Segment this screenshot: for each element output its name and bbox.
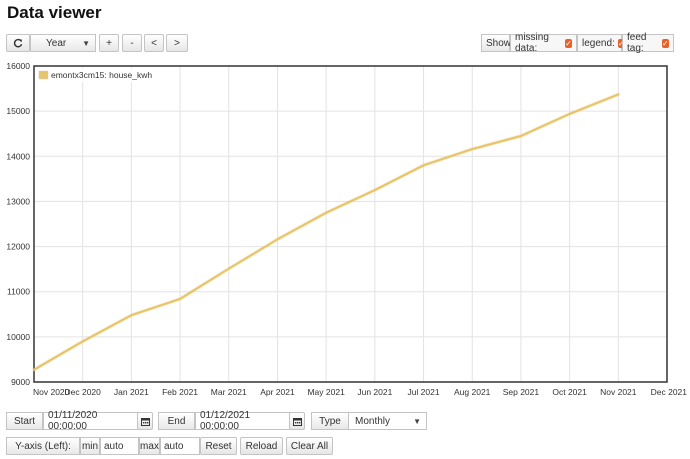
series-point <box>179 298 181 300</box>
reset-button[interactable]: Reset <box>200 437 237 455</box>
zoom-out-button[interactable]: - <box>122 34 142 52</box>
series-point <box>276 238 279 241</box>
end-calendar-button[interactable] <box>289 412 305 430</box>
legend-swatch <box>38 70 49 80</box>
y-tick-label: 13000 <box>6 196 30 206</box>
chevron-down-icon: ▼ <box>82 38 90 48</box>
pan-left-button[interactable]: < <box>144 34 164 52</box>
y-tick-label: 9000 <box>11 377 30 387</box>
x-tick-label: Aug 2021 <box>454 387 491 397</box>
interval-select[interactable]: Year ▼ <box>30 34 96 52</box>
calendar-icon <box>292 417 302 426</box>
legend-entry: emontx3cm15: house_kwh <box>51 70 152 80</box>
start-input[interactable]: 01/11/2020 00:00:00 <box>43 410 138 432</box>
pan-right-button[interactable]: > <box>166 34 188 52</box>
y-tick-label: 15000 <box>6 106 30 116</box>
series-point <box>325 211 327 214</box>
series-point <box>471 148 474 150</box>
x-tick-label: Dec 2021 <box>651 387 688 397</box>
missing-data-checkbox[interactable]: ✓ <box>564 38 572 48</box>
series-point <box>568 113 571 115</box>
zoom-in-button[interactable]: + <box>99 34 119 52</box>
max-label: max <box>139 437 160 455</box>
series-point <box>422 164 425 167</box>
interval-value: Year <box>46 37 67 49</box>
series-point <box>81 340 84 343</box>
y-tick-label: 14000 <box>6 151 30 161</box>
end-label: End <box>158 412 195 430</box>
yaxis-min-input[interactable]: auto <box>100 437 139 455</box>
y-tick-label: 12000 <box>6 242 30 252</box>
legend-toggle[interactable]: legend: ✓ <box>577 34 625 52</box>
x-tick-label: Jan 2021 <box>114 387 149 397</box>
reload-button[interactable] <box>6 34 30 52</box>
y-tick-label: 11000 <box>7 287 30 297</box>
start-calendar-button[interactable] <box>137 412 153 430</box>
x-axis: Nov 2020Dec 2020 Jan 2021 Feb 2021 Mar 2021… <box>33 387 687 397</box>
series-point <box>130 314 133 316</box>
min-label: min <box>80 437 100 455</box>
missing-data-toggle[interactable]: missing data: ✓ <box>510 32 577 54</box>
chart[interactable]: 900010000110001200013000140001500016000 … <box>0 58 690 398</box>
page-title: Data viewer <box>7 3 102 22</box>
x-tick-label: May 2021 <box>307 387 345 397</box>
x-tick-label: Jul 2021 <box>407 387 439 397</box>
y-tick-label: 16000 <box>6 61 30 71</box>
x-tick-label: Oct 2021 <box>552 387 587 397</box>
reload-data-button[interactable]: Reload <box>240 437 283 455</box>
yaxis-max-input[interactable]: auto <box>160 437 200 455</box>
feed-tag-checkbox[interactable]: ✓ <box>661 38 669 48</box>
x-tick-label: Mar 2021 <box>211 387 247 397</box>
type-select[interactable]: Monthly ▼ <box>348 412 427 430</box>
feed-tag-toggle[interactable]: feed tag: ✓ <box>622 32 674 54</box>
start-label: Start <box>6 412 43 430</box>
yaxis-label: Y-axis (Left): <box>6 437 80 455</box>
end-input[interactable]: 01/12/2021 00:00:00 <box>195 410 290 432</box>
y-axis: 9000 10000 11000 12000 13000 14000 15000 16000 <box>6 61 30 387</box>
x-tick-label: Dec 2020 <box>64 387 101 397</box>
show-label: Show <box>481 34 511 52</box>
legend: emontx3cm15: house_kwh <box>36 68 152 82</box>
clear-all-button[interactable]: Clear All <box>286 437 333 455</box>
series-point <box>374 189 376 191</box>
x-tick-label: Sep 2021 <box>503 387 540 397</box>
x-tick-label: Jun 2021 <box>357 387 392 397</box>
type-label: Type <box>311 412 349 430</box>
chevron-down-icon: ▼ <box>413 416 421 426</box>
x-tick-label: Apr 2021 <box>260 387 295 397</box>
x-tick-label: Nov 2021 <box>600 387 637 397</box>
calendar-icon <box>140 417 150 426</box>
series-point <box>617 93 620 96</box>
series-point <box>33 369 35 371</box>
y-tick-label: 10000 <box>6 332 30 342</box>
series-point <box>227 267 230 270</box>
refresh-icon <box>13 38 23 48</box>
x-tick-label: Feb 2021 <box>162 387 198 397</box>
series-point <box>520 135 522 137</box>
